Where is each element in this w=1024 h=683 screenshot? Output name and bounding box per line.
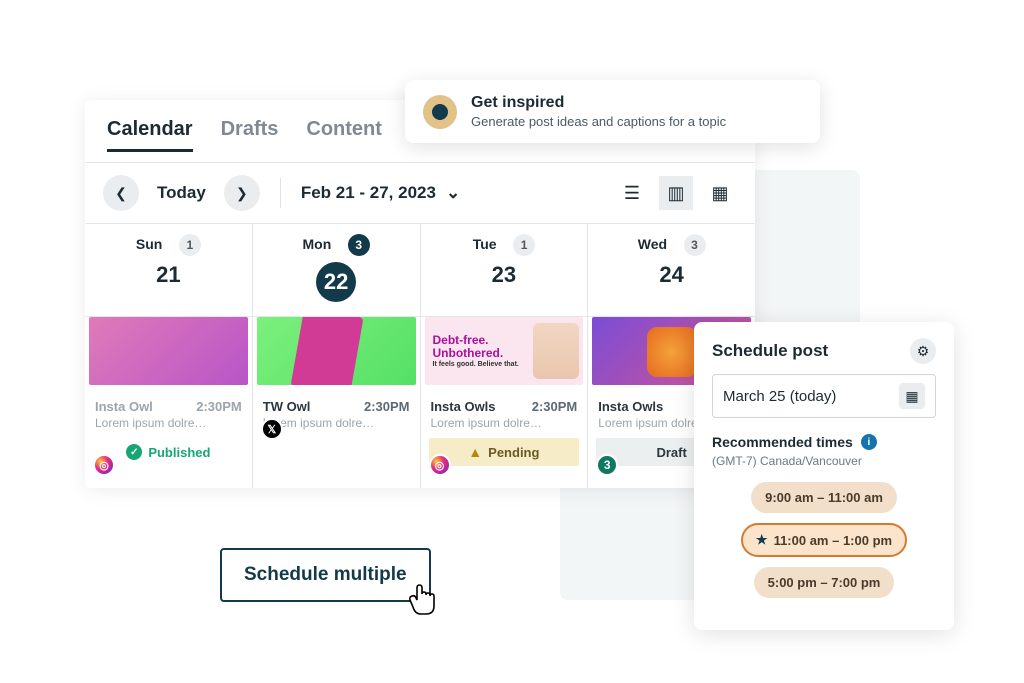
days-header: Sun 1 21 Mon 3 22 Tue 1 23 Wed 3 24 [85, 224, 755, 317]
day-mon[interactable]: Mon 3 22 [253, 224, 421, 316]
posts-row: ◎ Insta Owl 2:30PM Lorem ipsum dolre… ✓ … [85, 317, 755, 488]
inspired-subtitle: Generate post ideas and captions for a t… [471, 114, 726, 129]
post-author: Insta Owls [431, 399, 496, 414]
post-time: 2:30PM [196, 399, 242, 414]
columns-icon: ▥ [667, 183, 684, 204]
post-time: 2:30PM [532, 399, 578, 414]
post-thumbnail: Debt-free. Unbothered. It feels good. Be… [425, 317, 584, 385]
day-count-badge: 1 [179, 234, 201, 256]
day-wed[interactable]: Wed 3 24 [588, 224, 755, 316]
status-pending: ▲ Pending [429, 438, 580, 466]
post-card[interactable]: ◎ Insta Owl 2:30PM Lorem ipsum dolre… ✓ … [89, 317, 248, 466]
day-sun[interactable]: Sun 1 21 [85, 224, 253, 316]
tab-calendar[interactable]: Calendar [107, 118, 193, 152]
today-label[interactable]: Today [157, 183, 206, 203]
lightbulb-icon [423, 95, 457, 129]
post-col-sun: ◎ Insta Owl 2:30PM Lorem ipsum dolre… ✓ … [85, 317, 253, 488]
date-input[interactable]: March 25 (today) ▦ [712, 374, 936, 418]
post-author: Insta Owl [95, 399, 153, 414]
date-range-picker[interactable]: Feb 21 - 27, 2023 ⌄ [301, 183, 460, 203]
check-icon: ✓ [126, 444, 142, 460]
day-count-badge: 1 [513, 234, 535, 256]
schedule-multiple-button[interactable]: Schedule multiple [220, 548, 431, 602]
status-label: Published [148, 445, 210, 460]
calendar-icon: ▦ [711, 183, 728, 204]
post-author: Insta Owls [598, 399, 663, 414]
calendar-card: Calendar Drafts Content ❮ Today ❯ Feb 21… [85, 100, 755, 488]
chevron-right-icon: ❯ [236, 185, 248, 202]
settings-button[interactable]: ⚙ [910, 338, 936, 364]
recommended-title: Recommended times [712, 434, 853, 450]
prev-button[interactable]: ❮ [103, 175, 139, 211]
day-tue[interactable]: Tue 1 23 [421, 224, 589, 316]
thumb-headline: Unbothered. [433, 347, 504, 360]
schedule-post-title: Schedule post [712, 341, 828, 361]
day-name: Sun [136, 236, 162, 252]
post-count-badge: 3 [596, 454, 618, 476]
post-author: TW Owl [263, 399, 311, 414]
star-icon: ★ [756, 532, 768, 548]
post-time: 2:30PM [364, 399, 410, 414]
get-inspired-card[interactable]: Get inspired Generate post ideas and cap… [405, 80, 820, 143]
post-col-tue: Debt-free. Unbothered. It feels good. Be… [421, 317, 589, 488]
status-label: Pending [488, 445, 539, 460]
status-published: ✓ Published [93, 438, 244, 466]
thumb-subtext: It feels good. Believe that. [433, 361, 519, 368]
chevron-left-icon: ❮ [115, 185, 127, 202]
day-count-badge: 3 [348, 234, 370, 256]
calendar-icon: ▦ [905, 388, 918, 405]
calendar-picker-button[interactable]: ▦ [899, 383, 925, 409]
time-slot-3[interactable]: 5:00 pm – 7:00 pm [754, 567, 895, 598]
next-button[interactable]: ❯ [224, 175, 260, 211]
status-label: Draft [656, 445, 686, 460]
post-excerpt: Lorem ipsum dolre… [89, 414, 248, 430]
x-twitter-icon: 𝕏 [261, 418, 283, 440]
day-number-selected: 22 [316, 262, 356, 302]
cursor-pointer-icon [405, 580, 439, 626]
day-number: 23 [421, 262, 588, 288]
timezone-label: (GMT-7) Canada/Vancouver [712, 454, 936, 468]
time-slot-label: 11:00 am – 1:00 pm [774, 533, 893, 548]
info-icon[interactable]: i [861, 434, 877, 450]
post-card[interactable]: 𝕏 TW Owl 2:30PM Lorem ipsum dolre… [257, 317, 416, 430]
time-slot-2-selected[interactable]: ★ 11:00 am – 1:00 pm [741, 523, 907, 557]
post-excerpt: Lorem ipsum dolre… [425, 414, 584, 430]
schedule-post-panel: Schedule post ⚙ March 25 (today) ▦ Recom… [694, 322, 954, 630]
post-col-mon: 𝕏 TW Owl 2:30PM Lorem ipsum dolre… [253, 317, 421, 488]
view-list-button[interactable]: ☰ [615, 176, 649, 210]
view-columns-button[interactable]: ▥ [659, 176, 693, 210]
calendar-toolbar: ❮ Today ❯ Feb 21 - 27, 2023 ⌄ ☰ ▥ ▦ [85, 163, 755, 224]
date-value: March 25 (today) [723, 388, 836, 405]
warning-icon: ▲ [468, 444, 482, 460]
instagram-icon: ◎ [93, 454, 115, 476]
thumb-headline: Debt-free. [433, 334, 489, 347]
time-slot-1[interactable]: 9:00 am – 11:00 am [751, 482, 897, 513]
instagram-icon: ◎ [429, 454, 451, 476]
gear-icon: ⚙ [917, 343, 930, 360]
view-month-button[interactable]: ▦ [703, 176, 737, 210]
tab-drafts[interactable]: Drafts [221, 118, 279, 152]
day-name: Mon [303, 236, 332, 252]
day-number: 21 [85, 262, 252, 288]
tab-content[interactable]: Content [306, 118, 382, 152]
day-name: Wed [638, 236, 667, 252]
post-thumbnail [257, 317, 416, 385]
chevron-down-icon: ⌄ [446, 183, 460, 203]
list-icon: ☰ [624, 183, 640, 204]
day-name: Tue [473, 236, 497, 252]
post-card[interactable]: Debt-free. Unbothered. It feels good. Be… [425, 317, 584, 466]
separator [280, 178, 281, 208]
day-number: 24 [588, 262, 755, 288]
date-range-label: Feb 21 - 27, 2023 [301, 183, 436, 203]
inspired-title: Get inspired [471, 94, 726, 112]
post-thumbnail [89, 317, 248, 385]
day-count-badge: 3 [684, 234, 706, 256]
